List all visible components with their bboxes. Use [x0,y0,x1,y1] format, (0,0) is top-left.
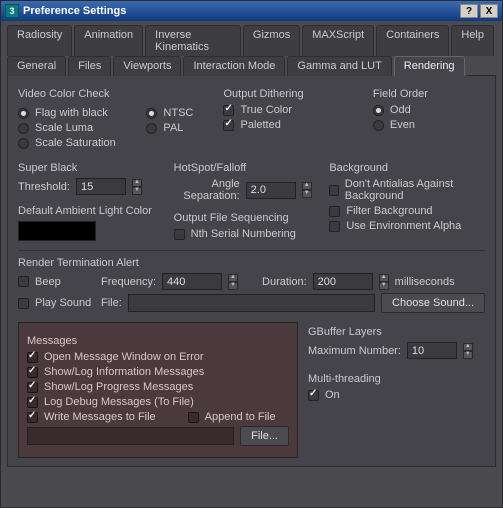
dur-up[interactable]: ▲ [379,274,389,282]
threshold-down[interactable]: ▼ [132,187,142,195]
freq-down[interactable]: ▼ [228,282,238,290]
tab-interaction[interactable]: Interaction Mode [183,56,285,76]
gbuffer-max-input[interactable] [407,342,457,359]
check-envalpha[interactable] [329,221,340,232]
check-show-prog[interactable] [27,382,38,393]
check-open-err[interactable] [27,352,38,363]
check-nth[interactable] [174,229,185,240]
window-title: Preference Settings [23,5,126,17]
radio-scale-luma[interactable] [18,123,29,134]
group-video-color: Video Color Check [18,88,223,100]
tabs-row-1: Radiosity Animation Inverse Kinematics G… [1,21,502,56]
dur-input[interactable] [313,273,373,290]
group-ambient: Default Ambient Light Color [18,205,174,217]
tab-viewports[interactable]: Viewports [113,56,181,76]
tab-files[interactable]: Files [68,56,111,76]
tab-gizmos[interactable]: Gizmos [243,25,300,56]
check-mt-on[interactable] [308,390,319,401]
freq-up[interactable]: ▲ [228,274,238,282]
tab-containers[interactable]: Containers [376,25,449,56]
tab-panel-rendering: Video Color Check Flag with black Scale … [7,76,496,467]
check-log-debug[interactable] [27,397,38,408]
group-gbuffer: GBuffer Layers [308,326,485,338]
check-true-color[interactable] [223,105,234,116]
freq-input[interactable] [162,273,222,290]
angle-sep-input[interactable] [246,182,296,199]
group-messages: Messages Open Message Window on Error Sh… [18,322,298,458]
tab-help[interactable]: Help [451,25,494,56]
radio-flag-black[interactable] [18,108,29,119]
angle-down[interactable]: ▼ [302,190,312,198]
group-outseq: Output File Sequencing [174,212,330,224]
close-button[interactable]: X [480,4,498,18]
group-multithread: Multi-threading [308,373,485,385]
check-noaa[interactable] [329,185,338,196]
tab-animation[interactable]: Animation [74,25,143,56]
msg-file-button[interactable]: File... [240,426,289,446]
tab-radiosity[interactable]: Radiosity [7,25,72,56]
group-hotspot: HotSpot/Falloff [174,162,330,174]
group-super-black: Super Black [18,162,174,174]
gbuffer-down[interactable]: ▼ [463,351,473,359]
gbuffer-up[interactable]: ▲ [463,343,473,351]
tabs-row-2: General Files Viewports Interaction Mode… [1,56,502,76]
check-playsound[interactable] [18,298,29,309]
check-write-file[interactable] [27,412,38,423]
check-paletted[interactable] [223,120,234,131]
check-append[interactable] [188,412,199,423]
check-filterbg[interactable] [329,206,340,217]
radio-odd[interactable] [373,105,384,116]
tab-ik[interactable]: Inverse Kinematics [145,25,241,56]
radio-pal[interactable] [146,123,157,134]
dur-down[interactable]: ▼ [379,282,389,290]
check-beep[interactable] [18,276,29,287]
sound-file-input[interactable] [128,294,375,312]
check-show-info[interactable] [27,367,38,378]
tab-maxscript[interactable]: MAXScript [302,25,374,56]
group-field-order: Field Order [373,88,485,100]
threshold-input[interactable] [76,178,126,195]
radio-even[interactable] [373,120,384,131]
choose-sound-button[interactable]: Choose Sound... [381,293,485,313]
app-icon: 3 [5,4,19,18]
threshold-up[interactable]: ▲ [132,179,142,187]
group-output-dither: Output Dithering [223,88,372,100]
radio-ntsc[interactable] [146,108,157,119]
titlebar: 3 Preference Settings ? X [1,1,502,21]
preference-window: 3 Preference Settings ? X Radiosity Anim… [0,0,503,508]
group-render-term: Render Termination Alert [18,257,485,269]
msg-file-input[interactable] [27,427,234,445]
angle-up[interactable]: ▲ [302,182,312,190]
group-background: Background [329,162,485,174]
radio-scale-sat[interactable] [18,138,29,149]
tab-general[interactable]: General [7,56,66,76]
help-button[interactable]: ? [460,4,478,18]
tab-gamma[interactable]: Gamma and LUT [287,56,391,76]
ambient-color-swatch[interactable] [18,221,96,241]
tab-rendering[interactable]: Rendering [394,56,465,76]
